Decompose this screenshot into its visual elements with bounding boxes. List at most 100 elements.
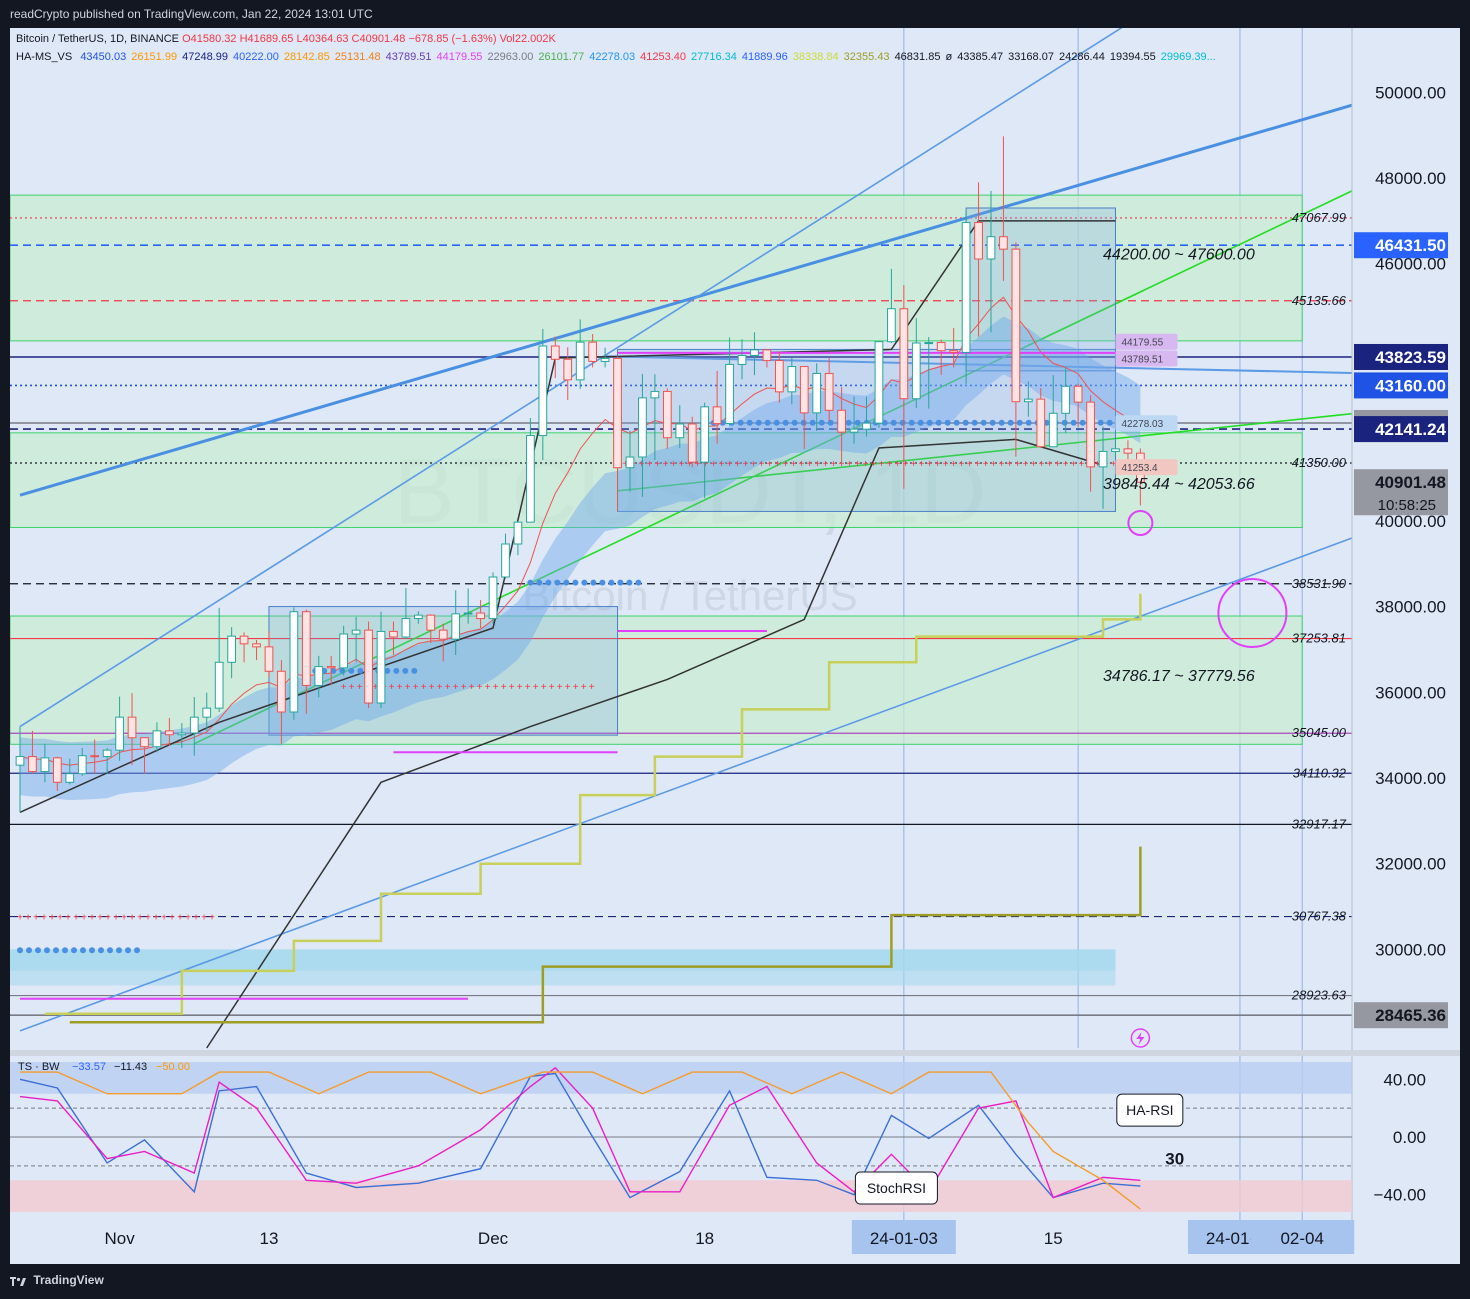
- candle-body: [65, 773, 75, 783]
- cross-marker: +: [983, 459, 989, 470]
- dot-marker: [536, 579, 543, 586]
- cross-marker: +: [1031, 459, 1037, 470]
- candle-body: [700, 406, 710, 463]
- cross-marker: +: [485, 682, 491, 693]
- chart-svg[interactable]: BTCUSDT, 1DBitcoin / TetherUS+++++++++++…: [10, 28, 1460, 1264]
- indicator-value: 43450.03: [80, 51, 127, 63]
- lightning-icon[interactable]: [1130, 1028, 1151, 1048]
- cross-marker: +: [807, 459, 813, 470]
- osc-legend-title: TS · BW: [18, 1061, 60, 1073]
- candle-body: [762, 349, 772, 362]
- cross-marker: +: [831, 459, 837, 470]
- candle-body: [675, 423, 685, 439]
- cross-marker: +: [397, 682, 403, 693]
- legend-symbol[interactable]: Bitcoin / TetherUS, 1D, BINANCE: [16, 33, 179, 45]
- cross-marker: +: [49, 912, 55, 923]
- candle-body: [799, 366, 809, 414]
- cross-marker: +: [919, 459, 925, 470]
- price-badge: 43823.59: [1375, 348, 1446, 367]
- candle-body: [339, 633, 349, 669]
- cross-marker: +: [951, 459, 957, 470]
- candle-body: [563, 358, 573, 381]
- candle-body: [1061, 385, 1071, 414]
- pane-separator: [10, 1050, 1460, 1056]
- cross-marker: +: [943, 459, 949, 470]
- cross-marker: +: [41, 912, 47, 923]
- indicator-value: 26151.99: [131, 51, 178, 63]
- dot-marker: [134, 947, 140, 954]
- cross-marker: +: [113, 912, 119, 923]
- dot-marker: [1070, 419, 1077, 426]
- indicator-value: ø: [945, 51, 953, 63]
- dot-marker: [107, 947, 113, 954]
- candle-body: [413, 614, 423, 620]
- osc-annotation: 30: [1165, 1149, 1184, 1168]
- cross-marker: +: [389, 682, 395, 693]
- dot-marker: [1025, 419, 1032, 426]
- dot-marker: [89, 947, 95, 954]
- cross-marker: +: [145, 912, 151, 923]
- candle-body: [389, 630, 398, 638]
- cross-marker: +: [791, 459, 797, 470]
- candle-body: [725, 363, 734, 425]
- dot-marker: [608, 579, 615, 586]
- cross-marker: +: [525, 682, 531, 693]
- candle-body: [1073, 385, 1083, 403]
- dot-marker: [926, 419, 933, 426]
- dot-marker: [572, 579, 579, 586]
- overbought-band: [10, 1062, 1352, 1094]
- dot-marker: [854, 419, 861, 426]
- price-badge: 40901.48: [1375, 473, 1446, 492]
- legend-high: H41689.65: [239, 33, 294, 45]
- candle-body: [899, 308, 909, 400]
- symbol-legend: Bitcoin / TetherUS, 1D, BINANCE O41580.3…: [16, 33, 556, 45]
- legend-volume: Vol22.002K: [499, 33, 556, 45]
- time-tick-label: 02-04: [1280, 1229, 1323, 1248]
- value-tag: 44179.55: [1121, 338, 1163, 349]
- cross-marker: +: [1071, 459, 1077, 470]
- price-level-label: 34110.32: [1293, 765, 1347, 780]
- cross-marker: +: [421, 682, 427, 693]
- price-tick-label: 32000.00: [1375, 855, 1446, 874]
- candle-body: [115, 716, 124, 751]
- candle-body: [662, 390, 672, 439]
- cross-marker: +: [1023, 459, 1029, 470]
- dot-marker: [17, 947, 23, 954]
- cross-marker: +: [1055, 459, 1061, 470]
- price-level-label: 45135.66: [1292, 293, 1347, 308]
- oscillator-layer: 40.00 0.00 −40.00 TS · BW −33.57 −11.43 −50.00…: [10, 1061, 1426, 1212]
- candle-body: [376, 630, 386, 704]
- candle-body: [999, 236, 1008, 250]
- price-level-label: 35045.00: [1292, 725, 1347, 740]
- dot-marker: [1106, 419, 1113, 426]
- dot-marker: [935, 419, 942, 426]
- cross-marker: +: [445, 682, 451, 693]
- dot-marker: [755, 419, 762, 426]
- bar-countdown: 10:58:25: [1378, 497, 1436, 514]
- candle-body: [426, 614, 436, 631]
- tradingview-footer: TradingView: [10, 1273, 104, 1287]
- dot-marker: [737, 419, 744, 426]
- cross-marker: +: [501, 682, 507, 693]
- cross-marker: +: [177, 912, 183, 923]
- indicator-name[interactable]: HA-MS_VS: [16, 51, 72, 63]
- dot-marker: [791, 419, 798, 426]
- indicator-value: 43789.51: [385, 51, 432, 63]
- cross-marker: +: [405, 682, 411, 693]
- candle-body: [1111, 448, 1120, 452]
- dot-marker: [125, 947, 131, 954]
- value-tag: 43789.51: [1121, 354, 1163, 365]
- dot-marker: [773, 419, 780, 426]
- time-tick-label: 18: [695, 1229, 714, 1248]
- cross-marker: +: [935, 459, 941, 470]
- cross-marker: +: [959, 459, 965, 470]
- cross-marker: +: [33, 912, 39, 923]
- cross-marker: +: [557, 682, 563, 693]
- cross-marker: +: [871, 459, 877, 470]
- cross-marker: +: [895, 459, 901, 470]
- indicator-value: 44179.55: [436, 51, 483, 63]
- publisher-header: readCrypto published on TradingView.com,…: [10, 7, 373, 21]
- cross-marker: +: [999, 459, 1005, 470]
- candle-body: [488, 576, 498, 620]
- cross-marker: +: [81, 912, 87, 923]
